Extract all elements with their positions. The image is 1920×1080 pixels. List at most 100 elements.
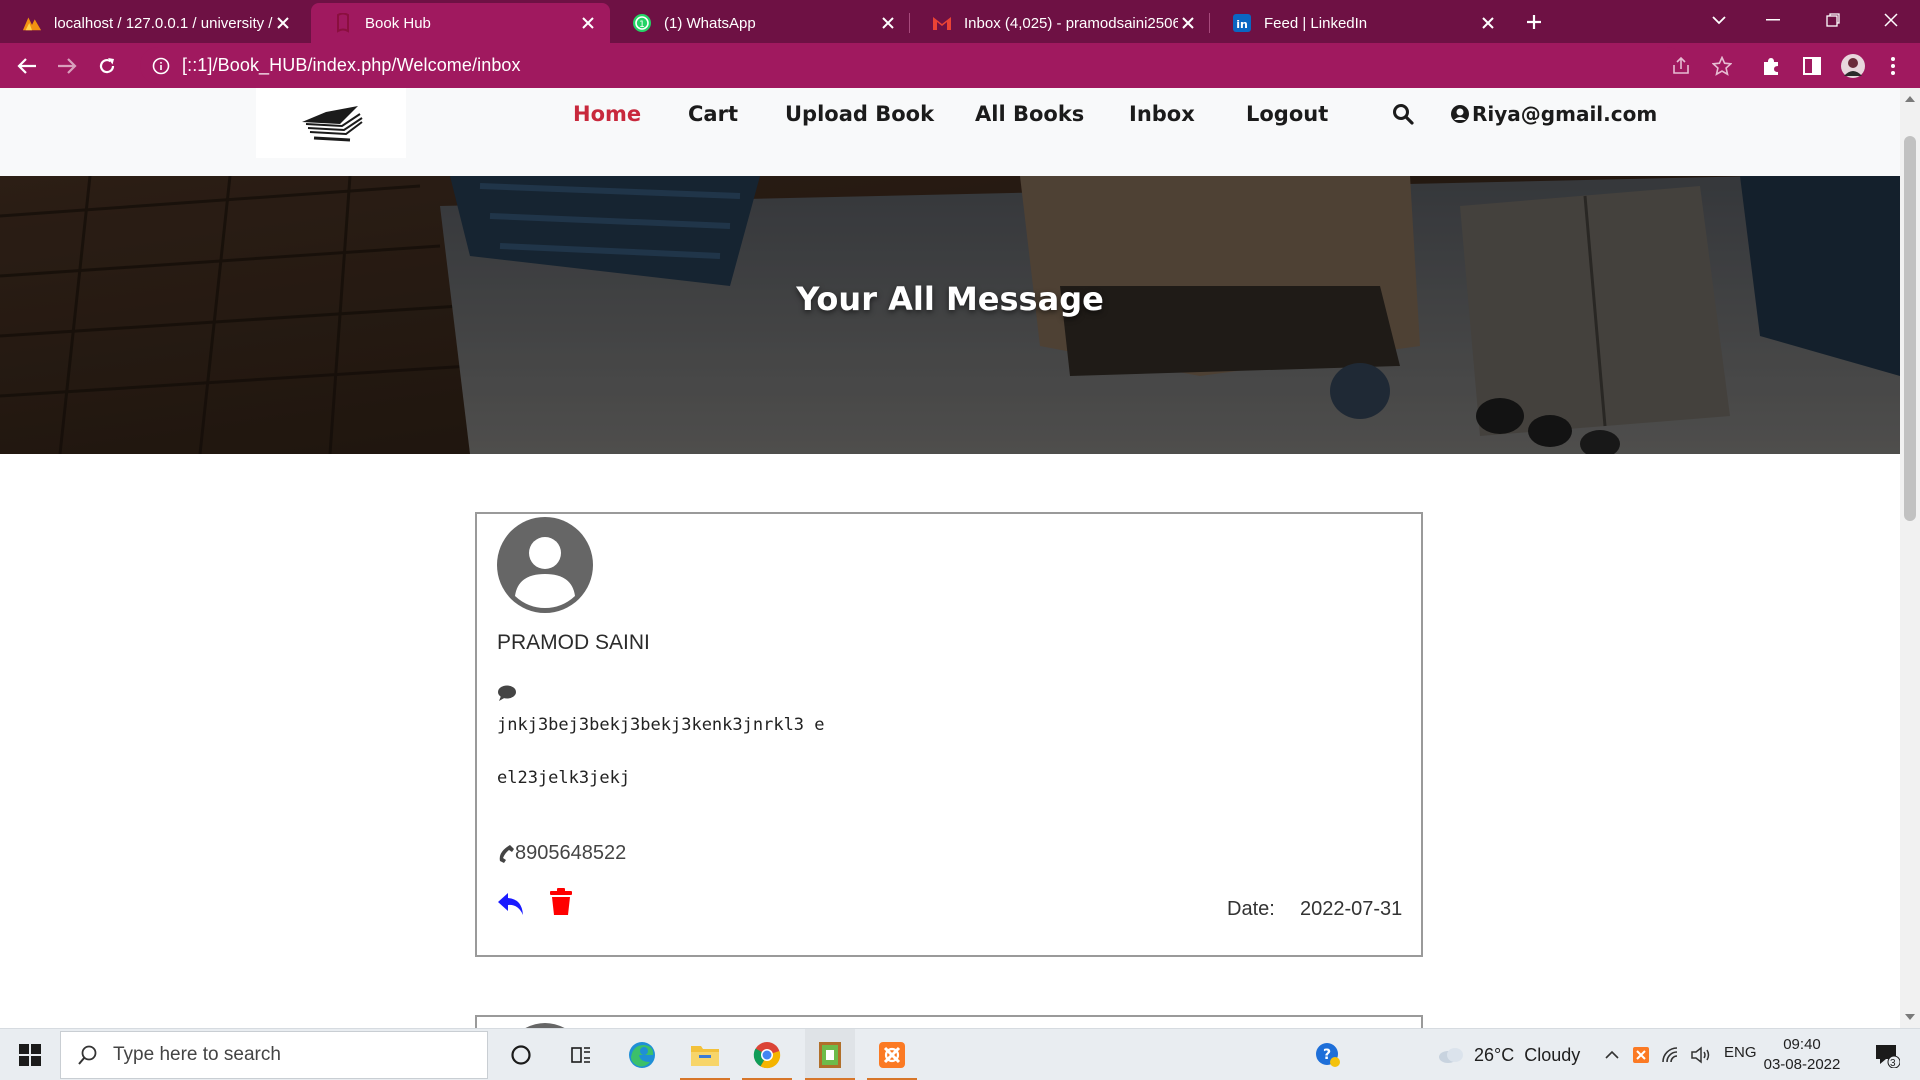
bookhub-icon (333, 13, 353, 33)
nav-upload-book[interactable]: Upload Book (785, 102, 934, 126)
avatar-icon (525, 1023, 565, 1028)
browser-menu-icon[interactable] (1878, 51, 1908, 81)
message-card (475, 1015, 1423, 1028)
close-tab-icon[interactable] (1478, 13, 1498, 33)
phpmyadmin-icon (22, 13, 42, 33)
cloud-icon (1439, 1048, 1463, 1063)
sender-name: PRAMOD SAINI (497, 631, 650, 654)
nav-inbox[interactable]: Inbox (1129, 102, 1195, 126)
file-explorer-icon[interactable] (680, 1029, 730, 1080)
nav-logout[interactable]: Logout (1246, 102, 1328, 126)
taskbar-search-box[interactable]: Type here to search (60, 1031, 488, 1079)
svg-text:in: in (1236, 18, 1248, 31)
tab-phpmyadmin[interactable]: localhost / 127.0.0.1 / university / (0, 3, 305, 43)
user-account[interactable]: Riya@gmail.com (1450, 102, 1657, 126)
edge-icon[interactable] (617, 1029, 667, 1080)
weather-widget[interactable]: 26°C Cloudy (1436, 1029, 1586, 1080)
site-info-icon[interactable] (146, 57, 176, 75)
tab-book-hub[interactable]: Book Hub (311, 3, 610, 43)
avatar-icon (496, 516, 594, 614)
page-title: Your All Message (796, 280, 1104, 318)
tab-title: localhost / 127.0.0.1 / university / (54, 14, 273, 32)
help-icon[interactable]: ? (1305, 1029, 1351, 1080)
profile-avatar[interactable] (1838, 51, 1868, 81)
reload-button[interactable] (92, 51, 122, 81)
comment-icon (497, 684, 517, 702)
site-logo[interactable] (256, 88, 406, 158)
forward-button[interactable] (52, 51, 82, 81)
trash-icon[interactable] (549, 888, 573, 916)
scrollbar-thumb[interactable] (1904, 136, 1916, 521)
tab-search-button[interactable] (1695, 0, 1743, 40)
minimize-button[interactable] (1749, 0, 1797, 40)
clock-time: 09:40 (1783, 1036, 1821, 1053)
tab-linkedin[interactable]: in Feed | LinkedIn (1210, 3, 1510, 43)
volume-icon[interactable] (1688, 1029, 1714, 1080)
bookmark-star-icon[interactable] (1707, 51, 1737, 81)
message-text: jnkj3bej3bekj3bekj3kenk3jnrkl3 e (497, 715, 825, 735)
whatsapp-icon: 1 (632, 13, 652, 33)
book-logo-icon (302, 106, 363, 142)
date-label: Date: (1227, 898, 1275, 920)
tab-title: Book Hub (365, 14, 431, 32)
reply-icon[interactable] (497, 891, 525, 917)
gmail-icon (932, 13, 952, 33)
nav-all-books[interactable]: All Books (975, 102, 1084, 126)
address-bar[interactable]: [::1]/Book_HUB/index.php/Welcome/inbox (140, 47, 1685, 84)
hero-banner: Your All Message (0, 176, 1900, 454)
cortana-icon[interactable] (496, 1029, 546, 1080)
browser-toolbar: [::1]/Book_HUB/index.php/Welcome/inbox (0, 43, 1920, 88)
input-language[interactable]: ENG (1724, 1044, 1757, 1061)
show-hidden-icons-chevron-icon[interactable] (1600, 1029, 1624, 1080)
xampp-icon[interactable] (867, 1029, 917, 1080)
message-card: PRAMOD SAINI jnkj3bej3bekj3bekj3kenk3jnr… (475, 512, 1423, 957)
site-navbar: Home Cart Upload Book All Books Inbox Lo… (0, 88, 1900, 176)
close-tab-icon[interactable] (1178, 13, 1198, 33)
start-button[interactable] (0, 1029, 60, 1080)
page-viewport: Home Cart Upload Book All Books Inbox Lo… (0, 88, 1900, 1028)
notepad-app-icon[interactable] (805, 1029, 855, 1080)
search-placeholder: Type here to search (113, 1044, 281, 1065)
nav-home[interactable]: Home (573, 102, 641, 126)
sender-phone: 8905648522 (497, 842, 626, 865)
tab-title: (1) WhatsApp (664, 14, 756, 32)
scroll-down-arrow[interactable] (1905, 1014, 1915, 1020)
search-icon (78, 1045, 97, 1065)
tab-gmail[interactable]: Inbox (4,025) - pramodsaini2506 (910, 3, 1210, 43)
linkedin-icon: in (1232, 13, 1252, 33)
network-wifi-icon[interactable] (1658, 1029, 1684, 1080)
scroll-up-arrow[interactable] (1905, 96, 1915, 102)
message-text-continued: el23jelk3jekj (497, 768, 631, 788)
notification-count: 3 (1890, 1058, 1896, 1069)
chrome-icon[interactable] (742, 1029, 792, 1080)
extensions-icon[interactable] (1756, 51, 1786, 81)
url-text: [::1]/Book_HUB/index.php/Welcome/inbox (182, 55, 521, 75)
search-icon[interactable] (1392, 103, 1416, 127)
notification-center-icon[interactable]: 3 (1864, 1029, 1910, 1080)
svg-text:1: 1 (639, 20, 645, 30)
tab-whatsapp[interactable]: 1 (1) WhatsApp (610, 3, 910, 43)
new-tab-button[interactable] (1520, 8, 1548, 36)
close-tab-icon[interactable] (878, 13, 898, 33)
system-clock[interactable]: 09:40 03-08-2022 (1762, 1035, 1842, 1075)
share-icon[interactable] (1666, 51, 1696, 81)
close-tab-icon[interactable] (273, 13, 293, 33)
user-email: Riya@gmail.com (1472, 102, 1658, 126)
tab-title: Inbox (4,025) - pramodsaini2506 (964, 14, 1178, 32)
task-view-icon[interactable] (556, 1029, 606, 1080)
back-button[interactable] (12, 51, 42, 81)
page-scrollbar[interactable] (1900, 88, 1920, 1028)
tab-title: Feed | LinkedIn (1264, 14, 1368, 32)
phone-number: 8905648522 (515, 842, 627, 864)
restore-button[interactable] (1809, 0, 1857, 40)
side-panel-icon[interactable] (1797, 51, 1827, 81)
windows-logo-icon (19, 1044, 41, 1066)
close-window-button[interactable] (1867, 0, 1915, 40)
message-date: 2022-07-31 (1300, 898, 1403, 920)
browser-tab-strip: localhost / 127.0.0.1 / university / Boo… (0, 0, 1920, 43)
nav-cart[interactable]: Cart (688, 102, 738, 126)
close-tab-icon[interactable] (578, 13, 598, 33)
svg-text:?: ? (1323, 1047, 1331, 1063)
clock-date: 03-08-2022 (1763, 1056, 1841, 1073)
xampp-tray-icon[interactable] (1628, 1029, 1654, 1080)
